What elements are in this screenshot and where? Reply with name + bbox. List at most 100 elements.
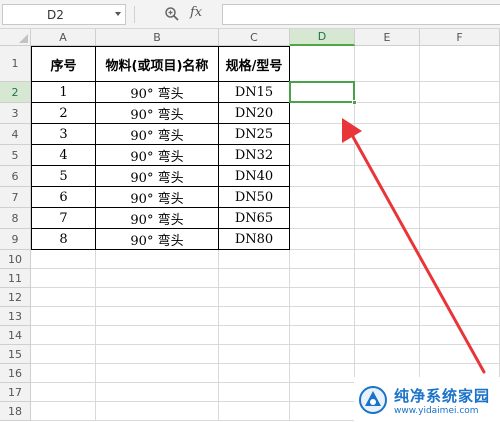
cell-f8[interactable] <box>420 208 500 229</box>
column-header-a[interactable]: A <box>31 29 96 46</box>
cell-a10[interactable] <box>31 250 96 269</box>
cell-c13[interactable] <box>219 307 290 326</box>
cell-e4[interactable] <box>355 124 420 145</box>
cell-f6[interactable] <box>420 166 500 187</box>
row-header-11[interactable]: 11 <box>0 269 31 288</box>
cell-c15[interactable] <box>219 345 290 364</box>
cell-e11[interactable] <box>355 269 420 288</box>
cell-d3[interactable] <box>290 103 355 124</box>
cell-a6[interactable]: 5 <box>31 166 96 187</box>
column-header-c[interactable]: C <box>219 29 290 46</box>
row-header-3[interactable]: 3 <box>0 103 31 124</box>
cell-c3[interactable]: DN20 <box>219 103 290 124</box>
row-header-12[interactable]: 12 <box>0 288 31 307</box>
row-header-6[interactable]: 6 <box>0 166 31 187</box>
cell-f1[interactable] <box>420 46 500 82</box>
cell-c2[interactable]: DN15 <box>219 82 290 103</box>
cell-c8[interactable]: DN65 <box>219 208 290 229</box>
cell-c16[interactable] <box>219 364 290 383</box>
cell-c14[interactable] <box>219 326 290 345</box>
row-header-4[interactable]: 4 <box>0 124 31 145</box>
cell-a4[interactable]: 3 <box>31 124 96 145</box>
cell-e14[interactable] <box>355 326 420 345</box>
cell-e9[interactable] <box>355 229 420 250</box>
cell-f9[interactable] <box>420 229 500 250</box>
cell-a3[interactable]: 2 <box>31 103 96 124</box>
cell-e15[interactable] <box>355 345 420 364</box>
column-header-f[interactable]: F <box>420 29 500 46</box>
row-header-13[interactable]: 13 <box>0 307 31 326</box>
cell-e10[interactable] <box>355 250 420 269</box>
cell-b14[interactable] <box>96 326 219 345</box>
cell-c17[interactable] <box>219 383 290 402</box>
cell-f5[interactable] <box>420 145 500 166</box>
cell-a1[interactable]: 序号 <box>31 46 96 82</box>
cell-e8[interactable] <box>355 208 420 229</box>
cell-b10[interactable] <box>96 250 219 269</box>
cell-b5[interactable]: 90° 弯头 <box>96 145 219 166</box>
cell-b8[interactable]: 90° 弯头 <box>96 208 219 229</box>
cell-c10[interactable] <box>219 250 290 269</box>
row-header-10[interactable]: 10 <box>0 250 31 269</box>
row-header-18[interactable]: 18 <box>0 402 31 421</box>
cell-f3[interactable] <box>420 103 500 124</box>
column-header-e[interactable]: E <box>355 29 420 46</box>
select-all-triangle-icon[interactable] <box>19 34 28 43</box>
cell-e3[interactable] <box>355 103 420 124</box>
cell-b11[interactable] <box>96 269 219 288</box>
cell-d6[interactable] <box>290 166 355 187</box>
zoom-icon[interactable] <box>164 6 180 22</box>
cell-c5[interactable]: DN32 <box>219 145 290 166</box>
cell-d7[interactable] <box>290 187 355 208</box>
cell-e7[interactable] <box>355 187 420 208</box>
cell-b7[interactable]: 90° 弯头 <box>96 187 219 208</box>
cell-c18[interactable] <box>219 402 290 421</box>
cell-a18[interactable] <box>31 402 96 421</box>
cell-a14[interactable] <box>31 326 96 345</box>
cell-c12[interactable] <box>219 288 290 307</box>
cell-c9[interactable]: DN80 <box>219 229 290 250</box>
cell-c4[interactable]: DN25 <box>219 124 290 145</box>
cell-a9[interactable]: 8 <box>31 229 96 250</box>
cell-b1[interactable]: 物料(或项目)名称 <box>96 46 219 82</box>
cell-a15[interactable] <box>31 345 96 364</box>
chevron-down-icon[interactable] <box>115 12 121 16</box>
column-header-d[interactable]: D <box>290 29 355 46</box>
row-header-2[interactable]: 2 <box>0 82 31 103</box>
cell-b12[interactable] <box>96 288 219 307</box>
cell-d8[interactable] <box>290 208 355 229</box>
cell-f14[interactable] <box>420 326 500 345</box>
name-box[interactable]: D2 <box>2 4 126 25</box>
cell-a17[interactable] <box>31 383 96 402</box>
cell-e5[interactable] <box>355 145 420 166</box>
cell-b6[interactable]: 90° 弯头 <box>96 166 219 187</box>
cell-f15[interactable] <box>420 345 500 364</box>
cell-d16[interactable] <box>290 364 355 383</box>
cell-a7[interactable]: 6 <box>31 187 96 208</box>
cell-f4[interactable] <box>420 124 500 145</box>
cell-e1[interactable] <box>355 46 420 82</box>
row-header-9[interactable]: 9 <box>0 229 31 250</box>
cell-d13[interactable] <box>290 307 355 326</box>
fx-icon[interactable]: fx <box>190 5 202 20</box>
cell-d12[interactable] <box>290 288 355 307</box>
cell-f7[interactable] <box>420 187 500 208</box>
cell-d14[interactable] <box>290 326 355 345</box>
cell-f12[interactable] <box>420 288 500 307</box>
cell-a12[interactable] <box>31 288 96 307</box>
cell-b3[interactable]: 90° 弯头 <box>96 103 219 124</box>
cell-e2[interactable] <box>355 82 420 103</box>
fill-handle[interactable] <box>352 100 357 105</box>
cell-a16[interactable] <box>31 364 96 383</box>
cell-a8[interactable]: 7 <box>31 208 96 229</box>
cell-e6[interactable] <box>355 166 420 187</box>
cell-a11[interactable] <box>31 269 96 288</box>
cell-d5[interactable] <box>290 145 355 166</box>
cell-b2[interactable]: 90° 弯头 <box>96 82 219 103</box>
row-header-16[interactable]: 16 <box>0 364 31 383</box>
cell-a13[interactable] <box>31 307 96 326</box>
row-header-15[interactable]: 15 <box>0 345 31 364</box>
cell-b17[interactable] <box>96 383 219 402</box>
cell-f2[interactable] <box>420 82 500 103</box>
cell-d15[interactable] <box>290 345 355 364</box>
